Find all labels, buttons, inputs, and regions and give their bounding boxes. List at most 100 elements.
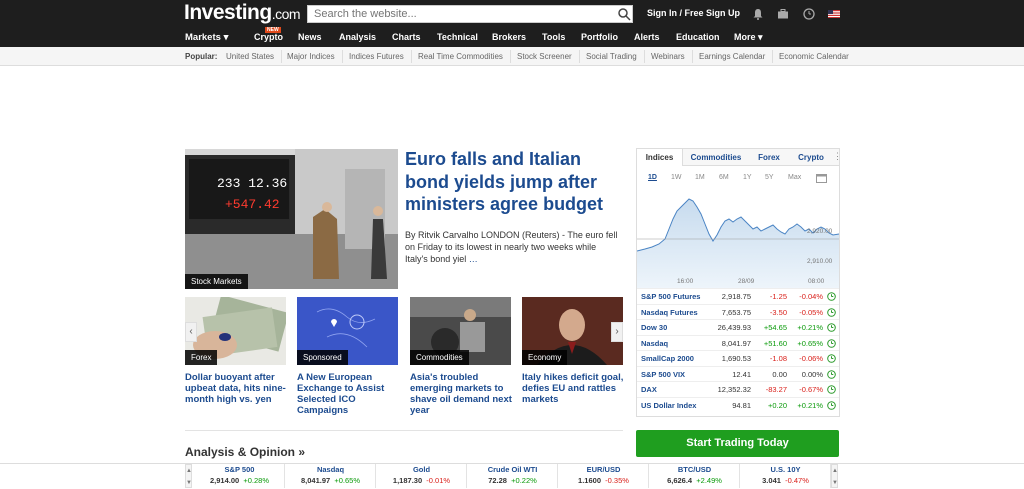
range-6m[interactable]: 6M bbox=[719, 174, 729, 181]
quote-row[interactable]: Dow 30 26,439.93 +54.65 +0.21% bbox=[637, 319, 839, 334]
ticker-item[interactable]: Crude Oil WTI 72.28 +0.22% bbox=[467, 464, 558, 488]
ticker-item[interactable]: BTC/USD 6,626.4 +2.49% bbox=[649, 464, 740, 488]
range-1y[interactable]: 1Y bbox=[743, 174, 752, 181]
ticker-name[interactable]: Crude Oil WTI bbox=[467, 465, 558, 474]
quote-row[interactable]: Nasdaq Futures 7,653.75 -3.50 -0.05% bbox=[637, 303, 839, 319]
story-tag[interactable]: Stock Markets bbox=[185, 274, 248, 289]
divider bbox=[772, 50, 773, 63]
ticker-item[interactable]: EUR/USD 1.1600 -0.35% bbox=[558, 464, 649, 488]
clock-icon bbox=[827, 354, 836, 363]
story-image-forex[interactable]: Forex bbox=[185, 297, 286, 365]
story-image-sponsored[interactable]: Sponsored bbox=[297, 297, 398, 365]
quote-row[interactable]: S&P 500 Futures 2,918.75 -1.25 -0.04% bbox=[637, 288, 839, 303]
nav-markets[interactable]: Markets ▾ bbox=[185, 32, 228, 43]
ticker-item[interactable]: Nasdaq 8,041.97 +0.65% bbox=[285, 464, 376, 488]
quote-row[interactable]: US Dollar Index 94.81 +0.20 +0.21% bbox=[637, 396, 839, 412]
quote-name[interactable]: S&P 500 Futures bbox=[641, 292, 700, 301]
analysis-opinion-heading[interactable]: Analysis & Opinion » bbox=[185, 445, 305, 459]
quote-name[interactable]: SmallCap 2000 bbox=[641, 354, 694, 363]
tab-crypto[interactable]: Crypto bbox=[793, 149, 829, 166]
search-icon[interactable] bbox=[617, 7, 631, 21]
popular-economic-calendar[interactable]: Economic Calendar bbox=[779, 52, 849, 61]
ticker-name[interactable]: Nasdaq bbox=[285, 465, 376, 474]
nav-more[interactable]: More ▾ bbox=[734, 32, 763, 43]
story-image-commodities[interactable]: Commodities bbox=[410, 297, 511, 365]
range-1m[interactable]: 1M bbox=[695, 174, 705, 181]
tab-indices[interactable]: Indices bbox=[637, 149, 683, 166]
ticker-values: 3.041 -0.47% bbox=[740, 476, 831, 485]
ticker-name[interactable]: EUR/USD bbox=[558, 465, 649, 474]
nav-brokers[interactable]: Brokers bbox=[492, 32, 526, 42]
popular-indices-futures[interactable]: Indices Futures bbox=[349, 52, 404, 61]
start-trading-button[interactable]: Start Trading Today bbox=[636, 430, 839, 457]
range-1w[interactable]: 1W bbox=[671, 174, 682, 181]
popular-social-trading[interactable]: Social Trading bbox=[586, 52, 637, 61]
ticker-name[interactable]: S&P 500 bbox=[194, 465, 285, 474]
ticker-name[interactable]: Gold bbox=[376, 465, 467, 474]
quote-name[interactable]: Nasdaq Futures bbox=[641, 308, 698, 317]
quote-name[interactable]: DAX bbox=[641, 385, 657, 394]
nav-portfolio[interactable]: Portfolio bbox=[581, 32, 618, 42]
story-title-commodities[interactable]: Asia's troubled emerging markets to shav… bbox=[410, 372, 514, 416]
us-flag-icon[interactable] bbox=[828, 10, 840, 18]
read-more-link[interactable]: … bbox=[469, 254, 478, 264]
main-story-image[interactable]: 233 12.36 +547.42 Stock Markets bbox=[185, 149, 398, 289]
nav-news[interactable]: News bbox=[298, 32, 322, 42]
ticker-next-button[interactable]: ▲ ▼ bbox=[831, 464, 838, 488]
quote-change: -1.25 bbox=[769, 292, 787, 301]
quote-row[interactable]: S&P 500 VIX 12.41 0.00 0.00% bbox=[637, 365, 839, 381]
carousel-prev-button[interactable]: ‹ bbox=[185, 322, 197, 342]
range-max[interactable]: Max bbox=[788, 174, 801, 181]
quote-name[interactable]: Nasdaq bbox=[641, 339, 668, 348]
popular-webinars[interactable]: Webinars bbox=[651, 52, 685, 61]
story-title-economy[interactable]: Italy hikes deficit goal, defies EU and … bbox=[522, 372, 626, 405]
tab-commodities[interactable]: Commodities bbox=[685, 149, 747, 166]
story-image-economy[interactable]: Economy bbox=[522, 297, 623, 365]
nav-alerts[interactable]: Alerts bbox=[634, 32, 660, 42]
quote-row[interactable]: SmallCap 2000 1,690.53 -1.08 -0.06% bbox=[637, 350, 839, 365]
story-title-sponsored[interactable]: A New European Exchange to Assist Select… bbox=[297, 372, 401, 416]
quote-row[interactable]: Nasdaq 8,041.97 +51.60 +0.65% bbox=[637, 334, 839, 350]
fullscreen-icon[interactable] bbox=[816, 174, 827, 183]
story-title-forex[interactable]: Dollar buoyant after upbeat data, hits n… bbox=[185, 372, 289, 405]
quote-name[interactable]: Dow 30 bbox=[641, 323, 667, 332]
popular-real-time-commodities[interactable]: Real Time Commodities bbox=[418, 52, 503, 61]
bell-icon[interactable] bbox=[752, 8, 764, 20]
story-tag[interactable]: Sponsored bbox=[297, 350, 348, 365]
nav-crypto[interactable]: Crypto bbox=[254, 32, 283, 42]
site-logo[interactable]: Investing.com bbox=[184, 1, 301, 25]
ticker-item[interactable]: U.S. 10Y 3.041 -0.47% bbox=[740, 464, 831, 488]
nav-technical[interactable]: Technical bbox=[437, 32, 478, 42]
clock-icon[interactable] bbox=[803, 8, 815, 20]
popular-stock-screener[interactable]: Stock Screener bbox=[517, 52, 572, 61]
briefcase-icon[interactable] bbox=[777, 8, 789, 20]
quote-row[interactable]: DAX 12,352.32 -83.27 -0.67% bbox=[637, 381, 839, 396]
ticker-values: 8,041.97 +0.65% bbox=[285, 476, 376, 485]
tab-forex[interactable]: Forex bbox=[752, 149, 786, 166]
story-tag[interactable]: Economy bbox=[522, 350, 568, 365]
nav-tools[interactable]: Tools bbox=[542, 32, 565, 42]
more-options-icon[interactable]: ⋮ bbox=[833, 151, 842, 162]
search-input[interactable] bbox=[307, 5, 633, 23]
quote-change-percent: -0.05% bbox=[799, 307, 823, 317]
popular-earnings-calendar[interactable]: Earnings Calendar bbox=[699, 52, 765, 61]
carousel-next-button[interactable]: › bbox=[611, 322, 623, 342]
nav-education[interactable]: Education bbox=[676, 32, 720, 42]
story-tag[interactable]: Forex bbox=[185, 350, 218, 365]
nav-charts[interactable]: Charts bbox=[392, 32, 421, 42]
sign-in-link[interactable]: Sign In / Free Sign Up bbox=[647, 8, 740, 18]
range-5y[interactable]: 5Y bbox=[765, 174, 774, 181]
popular-major-indices[interactable]: Major Indices bbox=[287, 52, 335, 61]
story-tag[interactable]: Commodities bbox=[410, 350, 469, 365]
ticker-name[interactable]: BTC/USD bbox=[649, 465, 740, 474]
quote-name[interactable]: US Dollar Index bbox=[641, 401, 696, 410]
ticker-item[interactable]: S&P 500 2,914.00 +0.28% bbox=[194, 464, 285, 488]
popular-united-states[interactable]: United States bbox=[226, 52, 274, 61]
range-1d[interactable]: 1D bbox=[648, 174, 657, 181]
ticker-prev-button[interactable]: ▲ ▼ bbox=[185, 464, 192, 488]
nav-analysis[interactable]: Analysis bbox=[339, 32, 376, 42]
main-headline[interactable]: Euro falls and Italian bond yields jump … bbox=[405, 148, 620, 216]
ticker-item[interactable]: Gold 1,187.30 -0.01% bbox=[376, 464, 467, 488]
quote-name[interactable]: S&P 500 VIX bbox=[641, 370, 685, 379]
ticker-name[interactable]: U.S. 10Y bbox=[740, 465, 831, 474]
